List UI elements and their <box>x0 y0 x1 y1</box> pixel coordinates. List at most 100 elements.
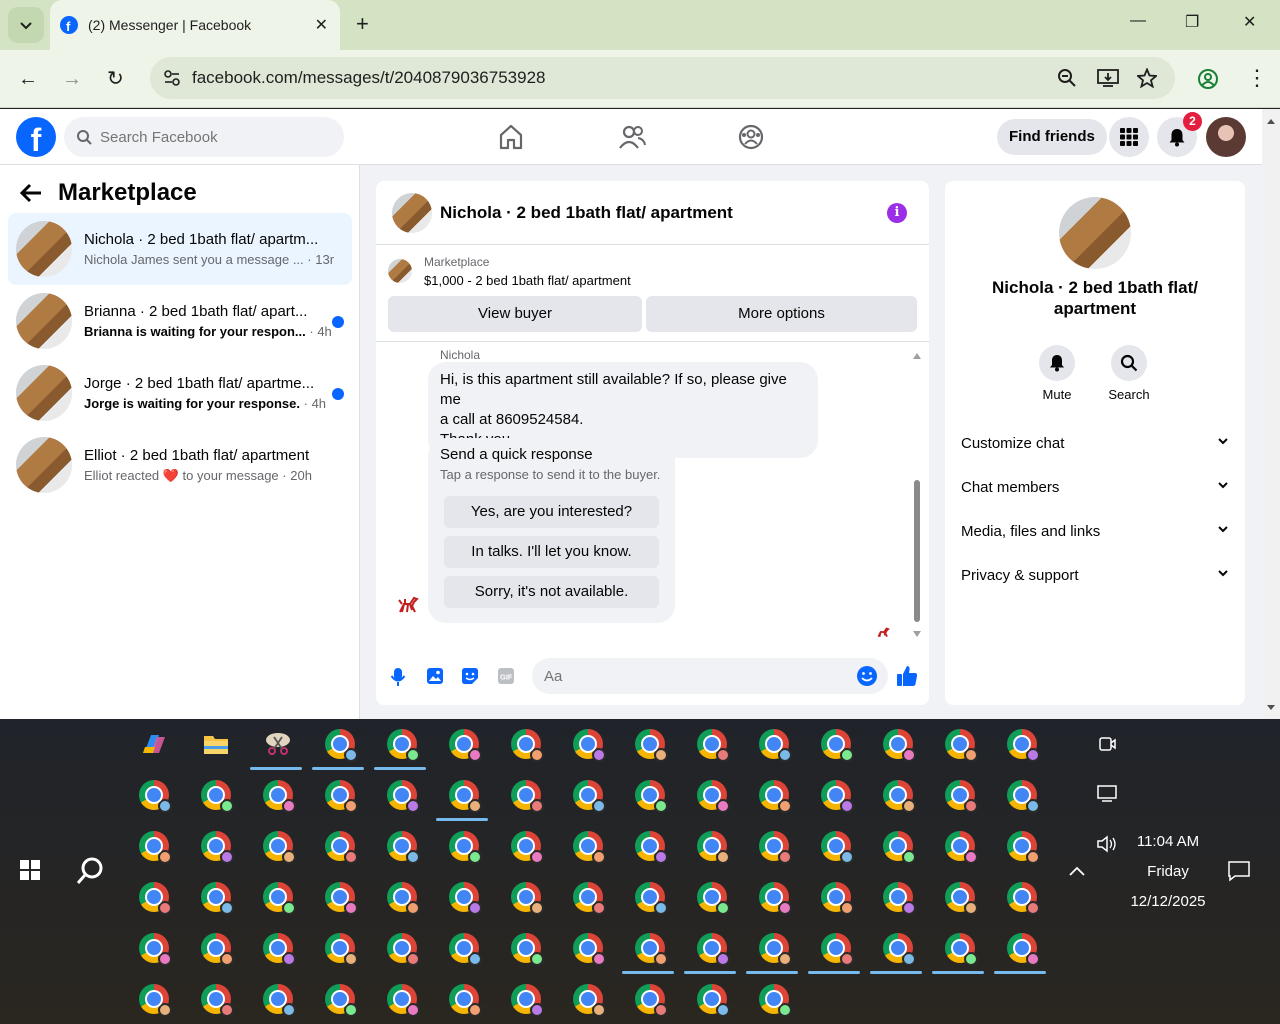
chrome-app-icon[interactable] <box>945 729 978 762</box>
chrome-app-icon[interactable] <box>821 729 854 762</box>
chrome-app-icon[interactable] <box>139 882 172 915</box>
chrome-app-icon[interactable] <box>325 882 358 915</box>
notification-center-icon[interactable] <box>1227 860 1251 882</box>
more-options-button[interactable]: More options <box>646 296 917 332</box>
chrome-app-icon[interactable] <box>759 729 792 762</box>
message-input[interactable] <box>544 667 844 685</box>
chrome-app-icon[interactable] <box>263 933 296 966</box>
find-friends-button[interactable]: Find friends <box>997 119 1107 155</box>
chrome-app-icon[interactable] <box>139 780 172 813</box>
photo-icon[interactable] <box>426 667 444 685</box>
message-input-box[interactable] <box>532 658 888 694</box>
quick-response-button[interactable]: Sorry, it's not available. <box>444 576 659 608</box>
chrome-app-icon[interactable] <box>573 729 606 762</box>
chrome-app-icon[interactable] <box>1007 831 1040 864</box>
search-action[interactable]: Search <box>1099 345 1159 402</box>
chrome-app-icon[interactable] <box>635 933 668 966</box>
emoji-icon[interactable] <box>856 665 878 687</box>
search-icon[interactable] <box>75 856 105 886</box>
message-thread[interactable]: Nichola Hi, is this apartment still avai… <box>376 341 929 638</box>
reload-button[interactable]: ↻ <box>107 67 124 91</box>
thumbs-up-icon[interactable] <box>896 665 918 687</box>
chrome-app-icon[interactable] <box>387 780 420 813</box>
chrome-app-icon[interactable] <box>697 729 730 762</box>
tab-search-dropdown[interactable] <box>8 7 44 43</box>
chrome-app-icon[interactable] <box>449 780 482 813</box>
back-button[interactable]: ← <box>18 67 38 91</box>
chrome-app-icon[interactable] <box>139 984 172 1017</box>
home-icon[interactable] <box>498 123 524 151</box>
chat-thumbnail[interactable] <box>392 192 432 233</box>
restore-button[interactable]: ❐ <box>1185 12 1199 32</box>
chrome-app-icon[interactable] <box>449 831 482 864</box>
chrome-app-icon[interactable] <box>945 780 978 813</box>
chrome-app-icon[interactable] <box>387 729 420 762</box>
zoom-icon[interactable] <box>1057 68 1077 88</box>
forward-button[interactable]: → <box>62 67 82 91</box>
chrome-app-icon[interactable] <box>635 882 668 915</box>
quick-response-button[interactable]: In talks. I'll let you know. <box>444 536 659 568</box>
clock-time[interactable]: 11:04 AM <box>1120 833 1216 850</box>
media-files-links-row[interactable]: Media, files and links <box>961 511 1229 551</box>
chrome-app-icon[interactable] <box>387 933 420 966</box>
chrome-app-icon[interactable] <box>511 831 544 864</box>
chrome-app-icon[interactable] <box>883 780 916 813</box>
sticker-icon[interactable] <box>461 667 479 685</box>
chrome-app-icon[interactable] <box>573 882 606 915</box>
snipping-tool-app-icon[interactable] <box>263 729 293 759</box>
facebook-search-input[interactable] <box>100 128 320 146</box>
profile-icon[interactable] <box>1197 68 1219 90</box>
chrome-app-icon[interactable] <box>201 831 234 864</box>
install-app-icon[interactable] <box>1097 68 1119 88</box>
chrome-app-icon[interactable] <box>883 933 916 966</box>
conversation-item[interactable]: Nichola · 2 bed 1bath flat/ apartm... Ni… <box>8 213 352 285</box>
privacy-support-row[interactable]: Privacy & support <box>961 555 1229 595</box>
chrome-app-icon[interactable] <box>883 882 916 915</box>
chrome-app-icon[interactable] <box>325 780 358 813</box>
chat-members-row[interactable]: Chat members <box>961 467 1229 507</box>
friends-icon[interactable] <box>618 123 646 151</box>
chrome-app-icon[interactable] <box>821 831 854 864</box>
chrome-app-icon[interactable] <box>449 933 482 966</box>
minimize-button[interactable]: — <box>1130 12 1146 30</box>
show-hidden-icons-icon[interactable] <box>1068 865 1086 877</box>
meet-now-icon[interactable] <box>1098 735 1116 753</box>
mute-action[interactable]: Mute <box>1027 345 1087 402</box>
page-scrollbar[interactable] <box>1262 109 1280 719</box>
chrome-app-icon[interactable] <box>635 831 668 864</box>
chrome-app-icon[interactable] <box>139 933 172 966</box>
chrome-app-icon[interactable] <box>635 780 668 813</box>
chrome-app-icon[interactable] <box>263 984 296 1017</box>
chrome-app-icon[interactable] <box>387 882 420 915</box>
chrome-app-icon[interactable] <box>635 729 668 762</box>
chrome-app-icon[interactable] <box>821 933 854 966</box>
chrome-app-icon[interactable] <box>201 882 234 915</box>
chrome-app-icon[interactable] <box>263 882 296 915</box>
chrome-app-icon[interactable] <box>883 831 916 864</box>
chrome-app-icon[interactable] <box>573 831 606 864</box>
facebook-search[interactable] <box>64 117 344 157</box>
chrome-app-icon[interactable] <box>945 831 978 864</box>
conversation-item[interactable]: Elliot · 2 bed 1bath flat/ apartment Ell… <box>8 429 352 501</box>
chrome-app-icon[interactable] <box>1007 780 1040 813</box>
chrome-app-icon[interactable] <box>759 882 792 915</box>
chrome-app-icon[interactable] <box>883 729 916 762</box>
bookmark-star-icon[interactable] <box>1137 68 1157 88</box>
chrome-app-icon[interactable] <box>573 984 606 1017</box>
site-settings-icon[interactable] <box>162 68 182 88</box>
quick-response-button[interactable]: Yes, are you interested? <box>444 496 659 528</box>
conversation-item[interactable]: Jorge · 2 bed 1bath flat/ apartme... Jor… <box>8 357 352 429</box>
chrome-app-icon[interactable] <box>821 882 854 915</box>
customize-chat-row[interactable]: Customize chat <box>961 423 1229 463</box>
chrome-app-icon[interactable] <box>1007 882 1040 915</box>
chrome-app-icon[interactable] <box>325 831 358 864</box>
chrome-app-icon[interactable] <box>945 882 978 915</box>
url-text[interactable]: facebook.com/messages/t/2040879036753928 <box>192 68 1057 88</box>
tab-close-icon[interactable]: ✕ <box>315 15 328 35</box>
chrome-app-icon[interactable] <box>511 984 544 1017</box>
new-tab-button[interactable]: + <box>356 12 369 36</box>
chrome-app-icon[interactable] <box>511 933 544 966</box>
chrome-app-icon[interactable] <box>511 780 544 813</box>
chrome-app-icon[interactable] <box>387 984 420 1017</box>
chrome-app-icon[interactable] <box>263 831 296 864</box>
